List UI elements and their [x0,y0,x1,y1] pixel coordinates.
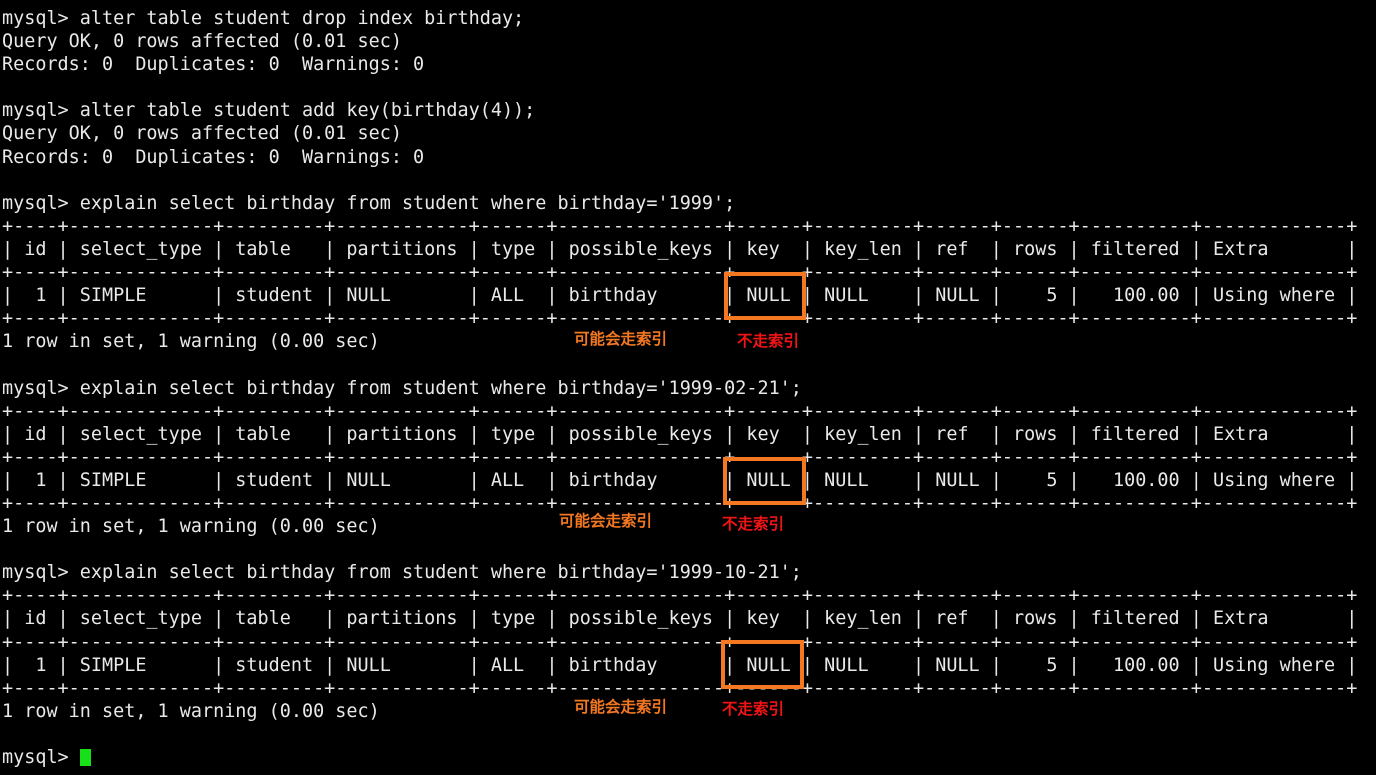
terminal-window[interactable]: mysql> alter table student drop index bi… [0,0,1376,775]
terminal-line: 1 row in set, 1 warning (0.00 sec) [2,516,380,538]
terminal-line: +----+-------------+---------+----------… [2,446,1358,468]
terminal-line: Query OK, 0 rows affected (0.01 sec) [2,123,402,145]
prompt-text: mysql> [2,747,80,768]
terminal-line: +----+-------------+---------+----------… [2,215,1358,237]
terminal-line: +----+-------------+---------+----------… [2,400,1358,422]
terminal-line: | id | select_type | table | partitions … [2,423,1358,445]
text-cursor [79,749,91,766]
terminal-line: | id | select_type | table | partitions … [2,608,1358,630]
terminal-line: Query OK, 0 rows affected (0.01 sec) [2,31,402,53]
terminal-line: mysql> [2,746,1376,769]
terminal-line: 1 row in set, 1 warning (0.00 sec) [2,331,380,353]
terminal-line: Records: 0 Duplicates: 0 Warnings: 0 [2,54,425,76]
terminal-line: | 1 | SIMPLE | student | NULL | ALL | bi… [2,469,1358,491]
terminal-output: mysql> alter table student drop index bi… [2,7,1376,769]
terminal-line: mysql> explain select birthday from stud… [2,377,802,399]
terminal-line: +----+-------------+---------+----------… [2,262,1358,284]
terminal-line: +----+-------------+---------+----------… [2,631,1358,653]
terminal-line: +----+-------------+---------+----------… [2,492,1358,514]
terminal-line: | 1 | SIMPLE | student | NULL | ALL | bi… [2,654,1358,676]
terminal-line: | 1 | SIMPLE | student | NULL | ALL | bi… [2,285,1358,307]
terminal-line: 1 row in set, 1 warning (0.00 sec) [2,700,380,722]
terminal-line: mysql> explain select birthday from stud… [2,562,802,584]
terminal-line: mysql> explain select birthday from stud… [2,192,736,214]
terminal-line: +----+-------------+---------+----------… [2,308,1358,330]
terminal-line: +----+-------------+---------+----------… [2,585,1358,607]
terminal-line: Records: 0 Duplicates: 0 Warnings: 0 [2,146,425,168]
terminal-line: | id | select_type | table | partitions … [2,238,1358,260]
terminal-line: mysql> alter table student drop index bi… [2,8,525,29]
terminal-line: +----+-------------+---------+----------… [2,677,1358,699]
terminal-line: mysql> alter table student add key(birth… [2,100,536,122]
